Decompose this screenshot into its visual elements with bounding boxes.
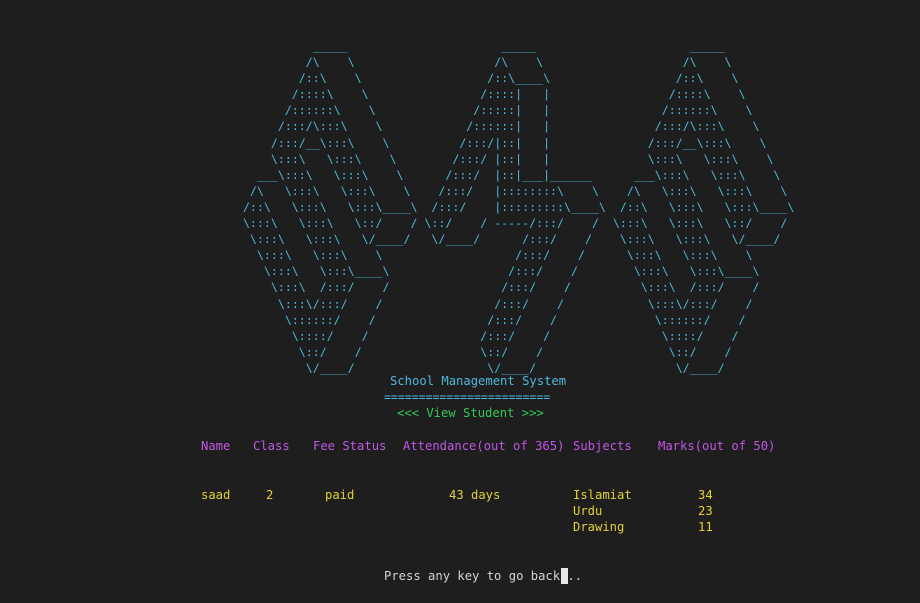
student-name: saad bbox=[201, 488, 231, 502]
header-attendance: Attendance(out of 365) bbox=[403, 439, 565, 453]
header-marks: Marks(out of 50) bbox=[658, 439, 776, 453]
subject-name: Islamiat bbox=[573, 488, 632, 502]
subject-name: Urdu bbox=[573, 504, 603, 518]
app-title: School Management System bbox=[390, 374, 567, 388]
header-subjects: Subjects bbox=[573, 439, 632, 453]
header-fee-status: Fee Status bbox=[313, 439, 387, 453]
view-student-heading: <<< View Student >>> bbox=[397, 406, 544, 420]
text-cursor bbox=[561, 568, 568, 584]
go-back-prompt[interactable]: Press any key to go back... bbox=[384, 569, 582, 583]
header-class: Class bbox=[253, 439, 290, 453]
student-attendance: 43 days bbox=[449, 488, 501, 502]
subject-marks: 34 bbox=[698, 488, 713, 502]
student-fee-status: paid bbox=[325, 488, 355, 502]
title-separator: ======================== bbox=[384, 390, 551, 404]
subject-name: Drawing bbox=[573, 520, 625, 534]
subject-marks: 11 bbox=[698, 520, 713, 534]
header-name: Name bbox=[201, 439, 231, 453]
subject-marks: 23 bbox=[698, 504, 713, 518]
ascii-logo-banner: _____ _____ _____ /\ \ /\ \ /\ \ /::\ \ … bbox=[242, 39, 795, 375]
student-class: 2 bbox=[266, 488, 274, 502]
